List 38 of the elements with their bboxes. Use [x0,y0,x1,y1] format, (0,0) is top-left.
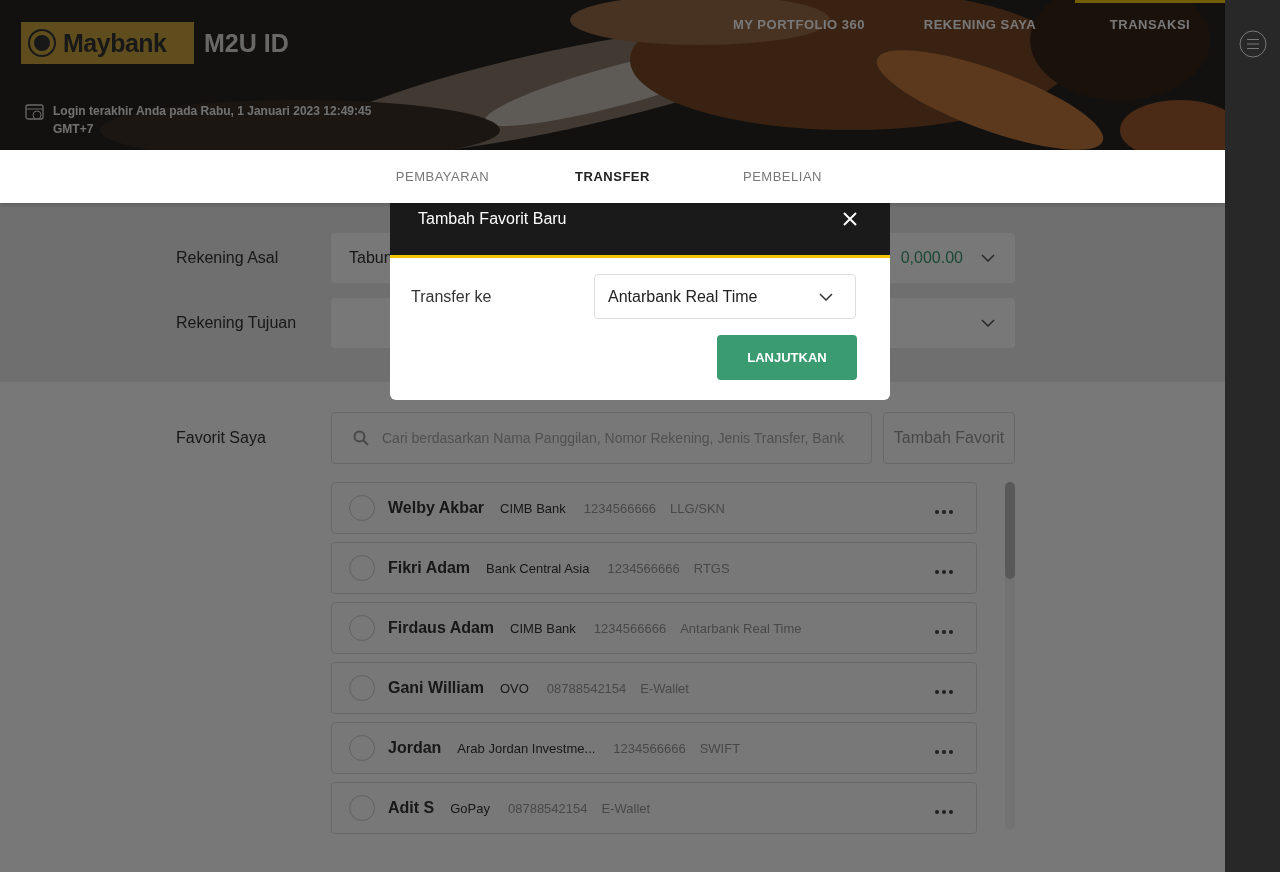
tiger-emblem-icon [27,28,57,58]
nav-tab[interactable]: REKENING SAYA [885,0,1075,50]
menu-icon[interactable] [1238,30,1267,58]
favorite-name: Jordan [388,739,442,757]
logo[interactable]: Maybank [21,22,194,64]
favorite-name: Fikri Adam [388,559,471,577]
bank-name: Bank Central Asia [486,560,590,576]
balance-amount: 0,000.00 [900,249,963,267]
favorite-name: Welby Akbar [388,499,485,517]
nav-tab[interactable]: MY PORTFOLIO 360 [713,0,885,50]
logo-text: Maybank [63,28,167,58]
bank-name: CIMB Bank [510,620,576,636]
field-label: Rekening Asal [176,249,280,267]
close-button[interactable] [842,210,858,227]
chevron-down-icon [819,292,833,301]
bank-name: CIMB Bank [500,500,566,516]
continue-button[interactable]: LANJUTKAN [717,335,857,380]
bank-name: OVO [499,680,529,696]
transfer-type-select[interactable]: Antarbank Real Time [594,274,856,319]
bank-name: Arab Jordan Investme... [457,740,596,756]
chevron-down-icon [981,319,995,327]
calendar-clock-icon [25,102,45,122]
sub-tab[interactable]: TRANSFER [532,150,693,203]
field-label: Transfer ke [411,287,493,306]
sub-tab[interactable]: PEMBAYARAN [352,150,533,203]
bank-name: GoPay [450,800,490,816]
field-label: Rekening Tujuan [176,314,298,332]
dialog-title: Tambah Favorit Baru [418,209,567,228]
search-icon [353,430,369,446]
favorite-name: Firdaus Adam [388,619,495,637]
sub-tab[interactable]: PEMBELIAN [692,150,873,203]
chevron-down-icon [981,254,995,262]
product-title: M2U ID [204,28,289,58]
favorite-name: Gani William [388,679,484,697]
field-label: Favorit Saya [176,428,267,448]
scrollbar[interactable] [1005,482,1015,830]
last-login-text: Login terakhir Anda pada Rabu, 1 Januari 2023 12:49:45 GMT+7 [53,103,372,138]
favorite-name: Adit S [388,799,435,817]
